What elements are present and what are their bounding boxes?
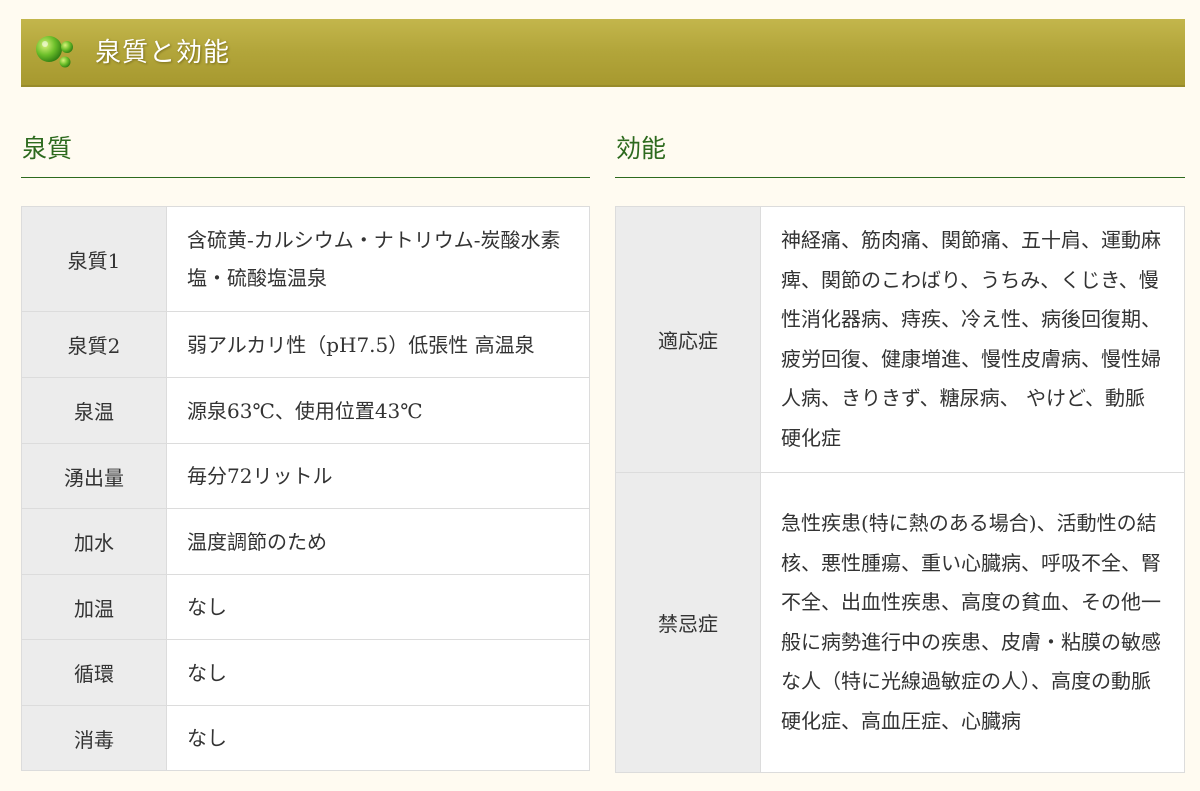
green-drops-icon [36, 36, 73, 68]
row-label: 消毒 [21, 705, 167, 771]
row-label: 禁忌症 [615, 472, 761, 773]
section-banner: 泉質と効能 [21, 19, 1185, 87]
row-value: 急性疾患(特に熱のある場合)、活動性の結核、悪性腫瘍、重い心臓病、呼吸不全、腎不… [760, 472, 1185, 773]
table-row: 泉温 源泉63℃、使用位置43℃ [21, 377, 590, 444]
effects-heading: 効能 [615, 120, 1185, 178]
row-value: なし [166, 639, 590, 706]
row-value: 毎分72リットル [166, 443, 590, 509]
table-row: 加温 なし [21, 574, 590, 640]
spring-quality-heading: 泉質 [21, 120, 590, 178]
row-label: 循環 [21, 639, 167, 706]
row-label: 泉質2 [21, 311, 167, 378]
row-value: 源泉63℃、使用位置43℃ [166, 377, 590, 444]
spring-quality-table: 泉質1 含硫黄-カルシウム・ナトリウム-炭酸水素塩・硫酸塩温泉 泉質2 弱アルカ… [21, 206, 590, 771]
row-label: 加温 [21, 574, 167, 640]
effects-table: 適応症 神経痛、筋肉痛、関節痛、五十肩、運動麻痺、関節のこわばり、うちみ、くじき… [615, 206, 1185, 773]
table-row: 湧出量 毎分72リットル [21, 443, 590, 509]
table-row: 禁忌症 急性疾患(特に熱のある場合)、活動性の結核、悪性腫瘍、重い心臓病、呼吸不… [615, 472, 1185, 773]
effects-section: 効能 適応症 神経痛、筋肉痛、関節痛、五十肩、運動麻痺、関節のこわばり、うちみ、… [615, 120, 1185, 773]
row-value: なし [166, 574, 590, 640]
row-value: 神経痛、筋肉痛、関節痛、五十肩、運動麻痺、関節のこわばり、うちみ、くじき、慢性消… [760, 206, 1185, 473]
row-value: 温度調節のため [166, 508, 590, 575]
table-row: 循環 なし [21, 639, 590, 706]
row-label: 泉質1 [21, 206, 167, 312]
row-value: なし [166, 705, 590, 771]
row-label: 泉温 [21, 377, 167, 444]
table-row: 泉質2 弱アルカリ性（pH7.5）低張性 高温泉 [21, 311, 590, 378]
row-value: 含硫黄-カルシウム・ナトリウム-炭酸水素塩・硫酸塩温泉 [166, 206, 590, 312]
spring-quality-section: 泉質 泉質1 含硫黄-カルシウム・ナトリウム-炭酸水素塩・硫酸塩温泉 泉質2 弱… [21, 120, 590, 771]
table-row: 消毒 なし [21, 705, 590, 771]
table-row: 適応症 神経痛、筋肉痛、関節痛、五十肩、運動麻痺、関節のこわばり、うちみ、くじき… [615, 206, 1185, 473]
table-row: 泉質1 含硫黄-カルシウム・ナトリウム-炭酸水素塩・硫酸塩温泉 [21, 206, 590, 312]
row-label: 適応症 [615, 206, 761, 473]
row-value: 弱アルカリ性（pH7.5）低張性 高温泉 [166, 311, 590, 378]
table-row: 加水 温度調節のため [21, 508, 590, 575]
row-label: 湧出量 [21, 443, 167, 509]
banner-title: 泉質と効能 [95, 38, 231, 68]
row-label: 加水 [21, 508, 167, 575]
